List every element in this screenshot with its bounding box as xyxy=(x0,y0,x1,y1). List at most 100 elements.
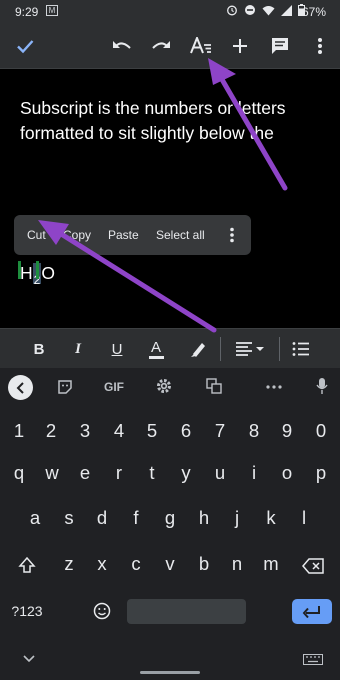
key-d[interactable]: d xyxy=(94,507,110,529)
symbols-key[interactable]: ?123 xyxy=(9,603,45,619)
sticker-icon[interactable] xyxy=(57,379,73,395)
emoji-key[interactable] xyxy=(92,600,112,622)
highlight-button[interactable] xyxy=(188,337,208,361)
docs-toolbar xyxy=(0,24,340,69)
undo-icon xyxy=(113,41,131,49)
key-r[interactable]: r xyxy=(111,462,127,484)
selection-handle-end[interactable] xyxy=(36,261,39,279)
key-l[interactable]: l xyxy=(296,507,312,529)
battery-percent: 67% xyxy=(302,5,327,19)
status-bar: 9:29 M 67% xyxy=(0,0,340,24)
key-j[interactable]: j xyxy=(229,507,245,529)
wifi-icon xyxy=(262,5,275,15)
list-button[interactable] xyxy=(291,337,311,361)
text-context-menu: Cut Copy Paste Select all xyxy=(14,215,251,255)
align-left-icon xyxy=(236,342,264,356)
chevron-down-icon xyxy=(23,655,35,663)
key-u[interactable]: u xyxy=(212,462,228,484)
key-5[interactable]: 5 xyxy=(144,420,160,442)
undo-button[interactable] xyxy=(110,34,134,58)
gesture-nav-bar[interactable] xyxy=(140,671,200,674)
text-format-button[interactable] xyxy=(189,34,213,58)
align-button[interactable] xyxy=(234,337,266,361)
switch-keyboard-button[interactable] xyxy=(302,653,324,665)
key-f[interactable]: f xyxy=(128,507,144,529)
space-bar[interactable] xyxy=(127,599,246,624)
copy-menu-item[interactable]: Copy xyxy=(63,228,91,242)
shift-key[interactable] xyxy=(16,554,38,576)
settings-gear-icon[interactable] xyxy=(156,378,172,394)
redo-button[interactable] xyxy=(149,34,173,58)
enter-icon xyxy=(302,605,320,618)
text-color-button[interactable]: A xyxy=(147,337,165,361)
done-button[interactable] xyxy=(13,34,37,58)
paste-menu-item[interactable]: Paste xyxy=(108,228,139,242)
key-7[interactable]: 7 xyxy=(212,420,228,442)
list-icon xyxy=(292,342,309,356)
translate-icon[interactable] xyxy=(206,378,222,394)
more-options-button[interactable] xyxy=(308,34,332,58)
key-z[interactable]: z xyxy=(61,553,77,575)
backspace-key[interactable] xyxy=(300,556,326,576)
status-time: 9:29 xyxy=(15,5,39,19)
redo-icon xyxy=(152,41,170,49)
keyboard-suggestion-strip: GIF xyxy=(0,368,340,406)
comment-icon xyxy=(272,38,288,54)
key-9[interactable]: 9 xyxy=(279,420,295,442)
cut-menu-item[interactable]: Cut xyxy=(27,228,46,242)
selection-handle-start[interactable] xyxy=(18,261,21,279)
bold-button[interactable]: B xyxy=(30,337,48,361)
key-y[interactable]: y xyxy=(178,462,194,484)
key-0[interactable]: 0 xyxy=(313,420,329,442)
key-e[interactable]: e xyxy=(77,462,93,484)
microphone-icon[interactable] xyxy=(316,377,328,395)
enter-key[interactable] xyxy=(292,599,332,624)
insert-button[interactable] xyxy=(228,34,252,58)
key-n[interactable]: n xyxy=(229,553,245,575)
key-h[interactable]: h xyxy=(196,507,212,529)
key-m[interactable]: m xyxy=(261,553,281,575)
key-p[interactable]: p xyxy=(313,462,329,484)
document-canvas[interactable]: Subscript is the numbers or letters form… xyxy=(0,69,340,328)
more-vert-icon[interactable] xyxy=(229,227,235,243)
text-color-letter: A xyxy=(150,338,161,356)
key-b[interactable]: b xyxy=(196,553,212,575)
keyboard: GIF 1 2 3 4 5 6 7 8 9 0 q w e r t y u i … xyxy=(0,368,340,680)
comment-button[interactable] xyxy=(268,34,292,58)
toolbar-divider xyxy=(279,337,280,361)
hide-keyboard-button[interactable] xyxy=(20,652,38,666)
collapse-suggestions-button[interactable] xyxy=(8,375,33,400)
signal-icon xyxy=(281,4,292,16)
document-paragraph[interactable]: Subscript is the numbers or letters form… xyxy=(20,96,320,146)
key-q[interactable]: q xyxy=(11,462,27,484)
format-toolbar: B I U A xyxy=(0,328,340,369)
key-w[interactable]: w xyxy=(43,462,61,484)
key-8[interactable]: 8 xyxy=(246,420,262,442)
gmail-notification-icon: M xyxy=(46,5,58,16)
do-not-disturb-icon xyxy=(245,5,255,15)
formula-after: O xyxy=(41,263,55,283)
key-c[interactable]: c xyxy=(128,553,144,575)
key-t[interactable]: t xyxy=(144,462,160,484)
key-o[interactable]: o xyxy=(279,462,295,484)
key-1[interactable]: 1 xyxy=(11,420,27,442)
key-6[interactable]: 6 xyxy=(178,420,194,442)
italic-button[interactable]: I xyxy=(69,337,87,361)
key-k[interactable]: k xyxy=(263,507,279,529)
key-3[interactable]: 3 xyxy=(77,420,93,442)
more-horiz-icon[interactable] xyxy=(266,385,282,389)
gif-button[interactable]: GIF xyxy=(104,380,124,394)
key-a[interactable]: a xyxy=(27,507,43,529)
emoji-icon xyxy=(93,602,111,620)
key-s[interactable]: s xyxy=(61,507,77,529)
key-v[interactable]: v xyxy=(162,553,178,575)
formula-before: H xyxy=(20,263,33,283)
key-2[interactable]: 2 xyxy=(43,420,59,442)
key-g[interactable]: g xyxy=(162,507,178,529)
check-icon xyxy=(17,40,34,54)
key-i[interactable]: i xyxy=(246,462,262,484)
underline-button[interactable]: U xyxy=(108,337,126,361)
key-x[interactable]: x xyxy=(94,553,110,575)
select-all-menu-item[interactable]: Select all xyxy=(156,228,205,242)
key-4[interactable]: 4 xyxy=(111,420,127,442)
